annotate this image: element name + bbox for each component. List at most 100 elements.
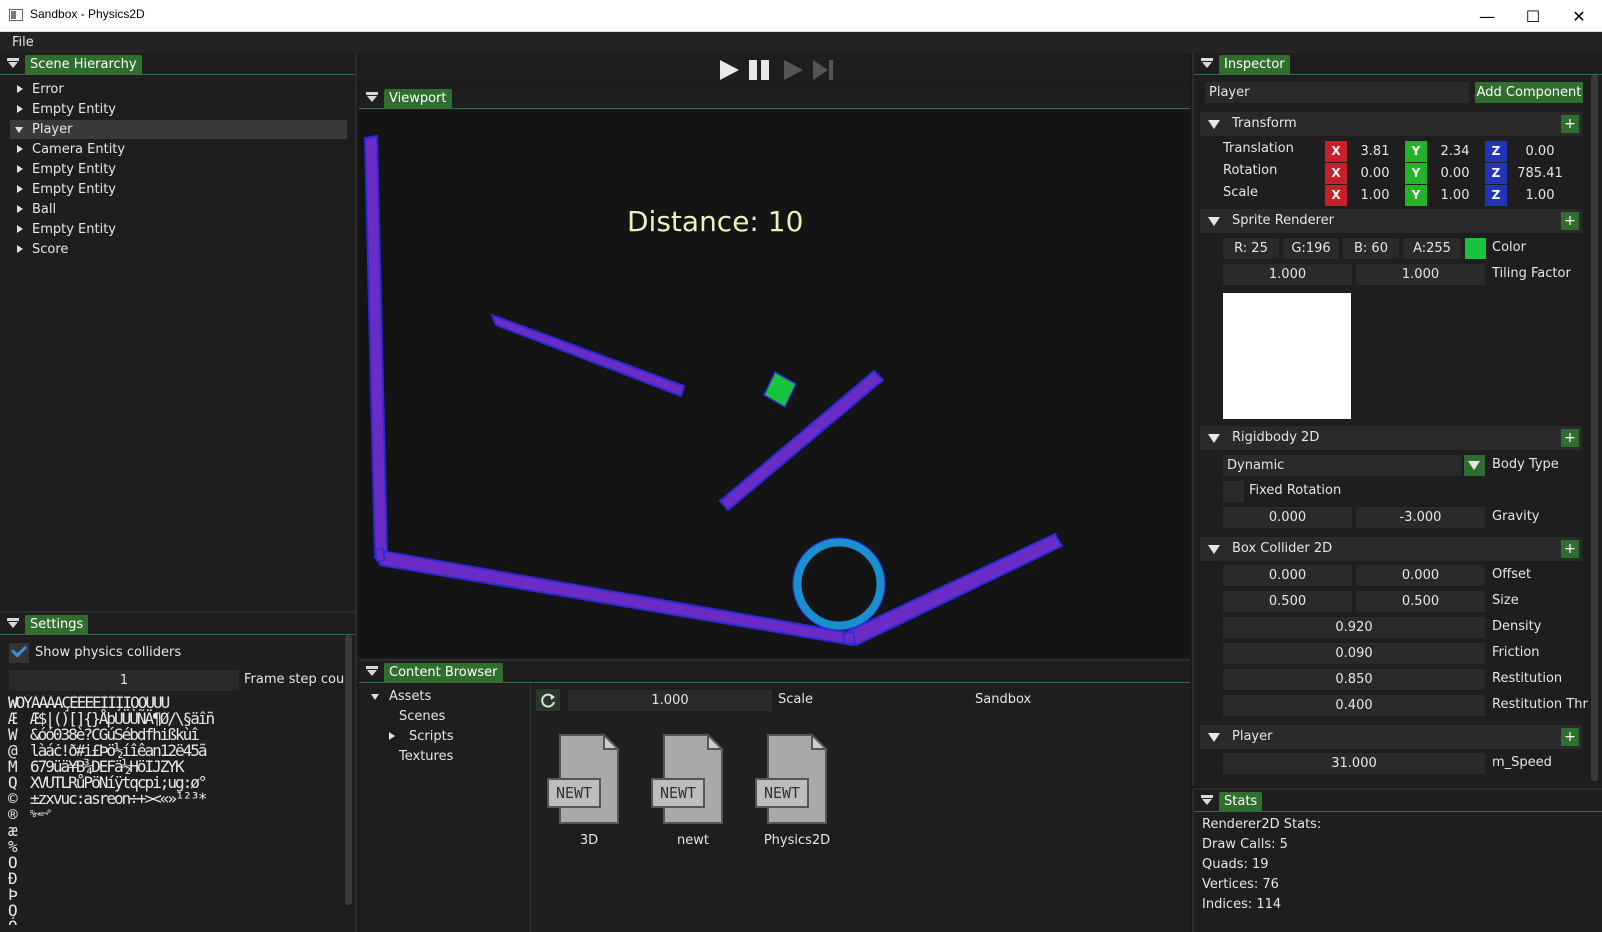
- file-item-3d[interactable]: NEWT 3D: [541, 733, 637, 863]
- axis-x-button[interactable]: X: [1325, 163, 1347, 184]
- axis-z-button[interactable]: Z: [1485, 185, 1507, 206]
- collapse-triangle-icon[interactable]: [1208, 217, 1220, 226]
- add-component-button[interactable]: Add Component: [1475, 82, 1583, 103]
- offset-x-field[interactable]: 0.000: [1223, 565, 1352, 586]
- viewport-canvas[interactable]: Distance: 10: [359, 110, 1190, 657]
- collapse-arrow-icon[interactable]: [15, 127, 23, 133]
- tree-item-scripts[interactable]: Scripts: [381, 727, 521, 746]
- axis-z-button[interactable]: Z: [1485, 163, 1507, 184]
- gravity-x-field[interactable]: 0.000: [1223, 507, 1352, 528]
- color-r-field[interactable]: R: 25: [1223, 238, 1279, 259]
- play-icon[interactable]: [717, 58, 741, 82]
- size-x-field[interactable]: 0.500: [1223, 591, 1352, 612]
- axis-y-button[interactable]: Y: [1405, 163, 1427, 184]
- density-field[interactable]: 0.920: [1223, 617, 1485, 638]
- tree-item-score[interactable]: Score: [10, 240, 347, 259]
- speed-field[interactable]: 31.000: [1223, 753, 1485, 774]
- tree-item-player[interactable]: Player: [10, 120, 347, 139]
- expand-arrow-icon[interactable]: [17, 205, 23, 213]
- tab-inspector[interactable]: Inspector: [1219, 55, 1290, 74]
- rotation-y-field[interactable]: 0.00: [1427, 163, 1483, 184]
- translation-y-field[interactable]: 2.34: [1427, 141, 1483, 162]
- scale-z-field[interactable]: 1.00: [1507, 185, 1573, 206]
- panel-menu-icon[interactable]: [366, 92, 378, 103]
- tab-stats[interactable]: Stats: [1219, 792, 1263, 811]
- minimize-button[interactable]: —: [1464, 0, 1510, 32]
- expand-arrow-icon[interactable]: [17, 85, 23, 93]
- rotation-z-field[interactable]: 785.41: [1507, 163, 1573, 184]
- component-settings-button[interactable]: +: [1561, 429, 1579, 447]
- panel-menu-icon[interactable]: [1201, 795, 1213, 806]
- menu-file[interactable]: File: [12, 35, 34, 50]
- component-settings-button[interactable]: +: [1561, 115, 1579, 133]
- axis-x-button[interactable]: X: [1325, 141, 1347, 162]
- tiling-y-field[interactable]: 1.000: [1356, 264, 1485, 285]
- collapse-triangle-icon[interactable]: [1208, 545, 1220, 554]
- color-a-field[interactable]: A:255: [1403, 238, 1461, 259]
- box-collider-2d-header[interactable]: Box Collider 2D +: [1200, 537, 1582, 561]
- axis-x-button[interactable]: X: [1325, 185, 1347, 206]
- frame-step-field[interactable]: 1: [9, 670, 239, 691]
- tab-viewport[interactable]: Viewport: [384, 89, 452, 108]
- player-script-header[interactable]: Player +: [1200, 725, 1582, 749]
- refresh-icon[interactable]: [536, 689, 560, 711]
- friction-field[interactable]: 0.090: [1223, 643, 1485, 664]
- scale-y-field[interactable]: 1.00: [1427, 185, 1483, 206]
- panel-menu-icon[interactable]: [7, 58, 19, 69]
- component-settings-button[interactable]: +: [1561, 212, 1579, 230]
- step-icon[interactable]: [811, 58, 835, 82]
- tiling-x-field[interactable]: 1.000: [1223, 264, 1352, 285]
- gravity-y-field[interactable]: -3.000: [1356, 507, 1485, 528]
- file-item-physics2d[interactable]: NEWT Physics2D: [749, 733, 845, 863]
- tab-settings[interactable]: Settings: [25, 615, 89, 634]
- collapse-arrow-icon[interactable]: [371, 694, 379, 700]
- tree-item-error[interactable]: Error: [10, 80, 347, 99]
- tree-item-camera-entity[interactable]: Camera Entity: [10, 140, 347, 159]
- collapse-triangle-icon[interactable]: [1208, 120, 1220, 129]
- show-colliders-checkbox[interactable]: [9, 641, 29, 663]
- tab-content-browser[interactable]: Content Browser: [384, 663, 503, 682]
- tree-item-scenes[interactable]: Scenes: [399, 707, 519, 726]
- body-type-dropdown[interactable]: Dynamic: [1223, 455, 1462, 476]
- expand-arrow-icon[interactable]: [17, 245, 23, 253]
- axis-y-button[interactable]: Y: [1405, 185, 1427, 206]
- component-settings-button[interactable]: +: [1561, 540, 1579, 558]
- offset-y-field[interactable]: 0.000: [1356, 565, 1485, 586]
- pause-icon[interactable]: [747, 58, 771, 82]
- file-item-newt[interactable]: NEWT newt: [645, 733, 741, 863]
- restitution-field[interactable]: 0.850: [1223, 669, 1485, 690]
- tree-item-empty-entity[interactable]: Empty Entity: [10, 100, 347, 119]
- simulate-icon[interactable]: [781, 58, 805, 82]
- tree-item-assets[interactable]: Assets: [371, 687, 521, 706]
- tree-item-ball[interactable]: Ball: [10, 200, 347, 219]
- component-settings-button[interactable]: +: [1561, 728, 1579, 746]
- panel-menu-icon[interactable]: [366, 666, 378, 677]
- translation-z-field[interactable]: 0.00: [1507, 141, 1573, 162]
- panel-menu-icon[interactable]: [1201, 58, 1213, 69]
- color-g-field[interactable]: G:196: [1283, 238, 1339, 259]
- color-b-field[interactable]: B: 60: [1343, 238, 1399, 259]
- sprite-renderer-header[interactable]: Sprite Renderer +: [1200, 209, 1582, 233]
- entity-name-field[interactable]: Player: [1205, 82, 1469, 103]
- color-swatch[interactable]: [1465, 238, 1486, 259]
- settings-scrollbar[interactable]: [345, 635, 352, 905]
- expand-arrow-icon[interactable]: [17, 185, 23, 193]
- tree-item-textures[interactable]: Textures: [399, 747, 519, 766]
- axis-y-button[interactable]: Y: [1405, 141, 1427, 162]
- rigidbody-2d-header[interactable]: Rigidbody 2D +: [1200, 426, 1582, 450]
- axis-z-button[interactable]: Z: [1485, 141, 1507, 162]
- size-y-field[interactable]: 0.500: [1356, 591, 1485, 612]
- rotation-x-field[interactable]: 0.00: [1347, 163, 1403, 184]
- tab-scene-hierarchy[interactable]: Scene Hierarchy: [25, 55, 142, 74]
- translation-x-field[interactable]: 3.81: [1347, 141, 1403, 162]
- expand-arrow-icon[interactable]: [17, 165, 23, 173]
- transform-header[interactable]: Transform +: [1200, 112, 1582, 136]
- restitution-threshold-field[interactable]: 0.400: [1223, 695, 1485, 716]
- dropdown-arrow-button[interactable]: [1464, 455, 1485, 476]
- tree-item-empty-entity[interactable]: Empty Entity: [10, 180, 347, 199]
- inspector-scrollbar[interactable]: [1591, 75, 1598, 781]
- collapse-triangle-icon[interactable]: [1208, 733, 1220, 742]
- collapse-triangle-icon[interactable]: [1208, 434, 1220, 443]
- tree-item-empty-entity[interactable]: Empty Entity: [10, 220, 347, 239]
- texture-preview[interactable]: [1223, 293, 1351, 419]
